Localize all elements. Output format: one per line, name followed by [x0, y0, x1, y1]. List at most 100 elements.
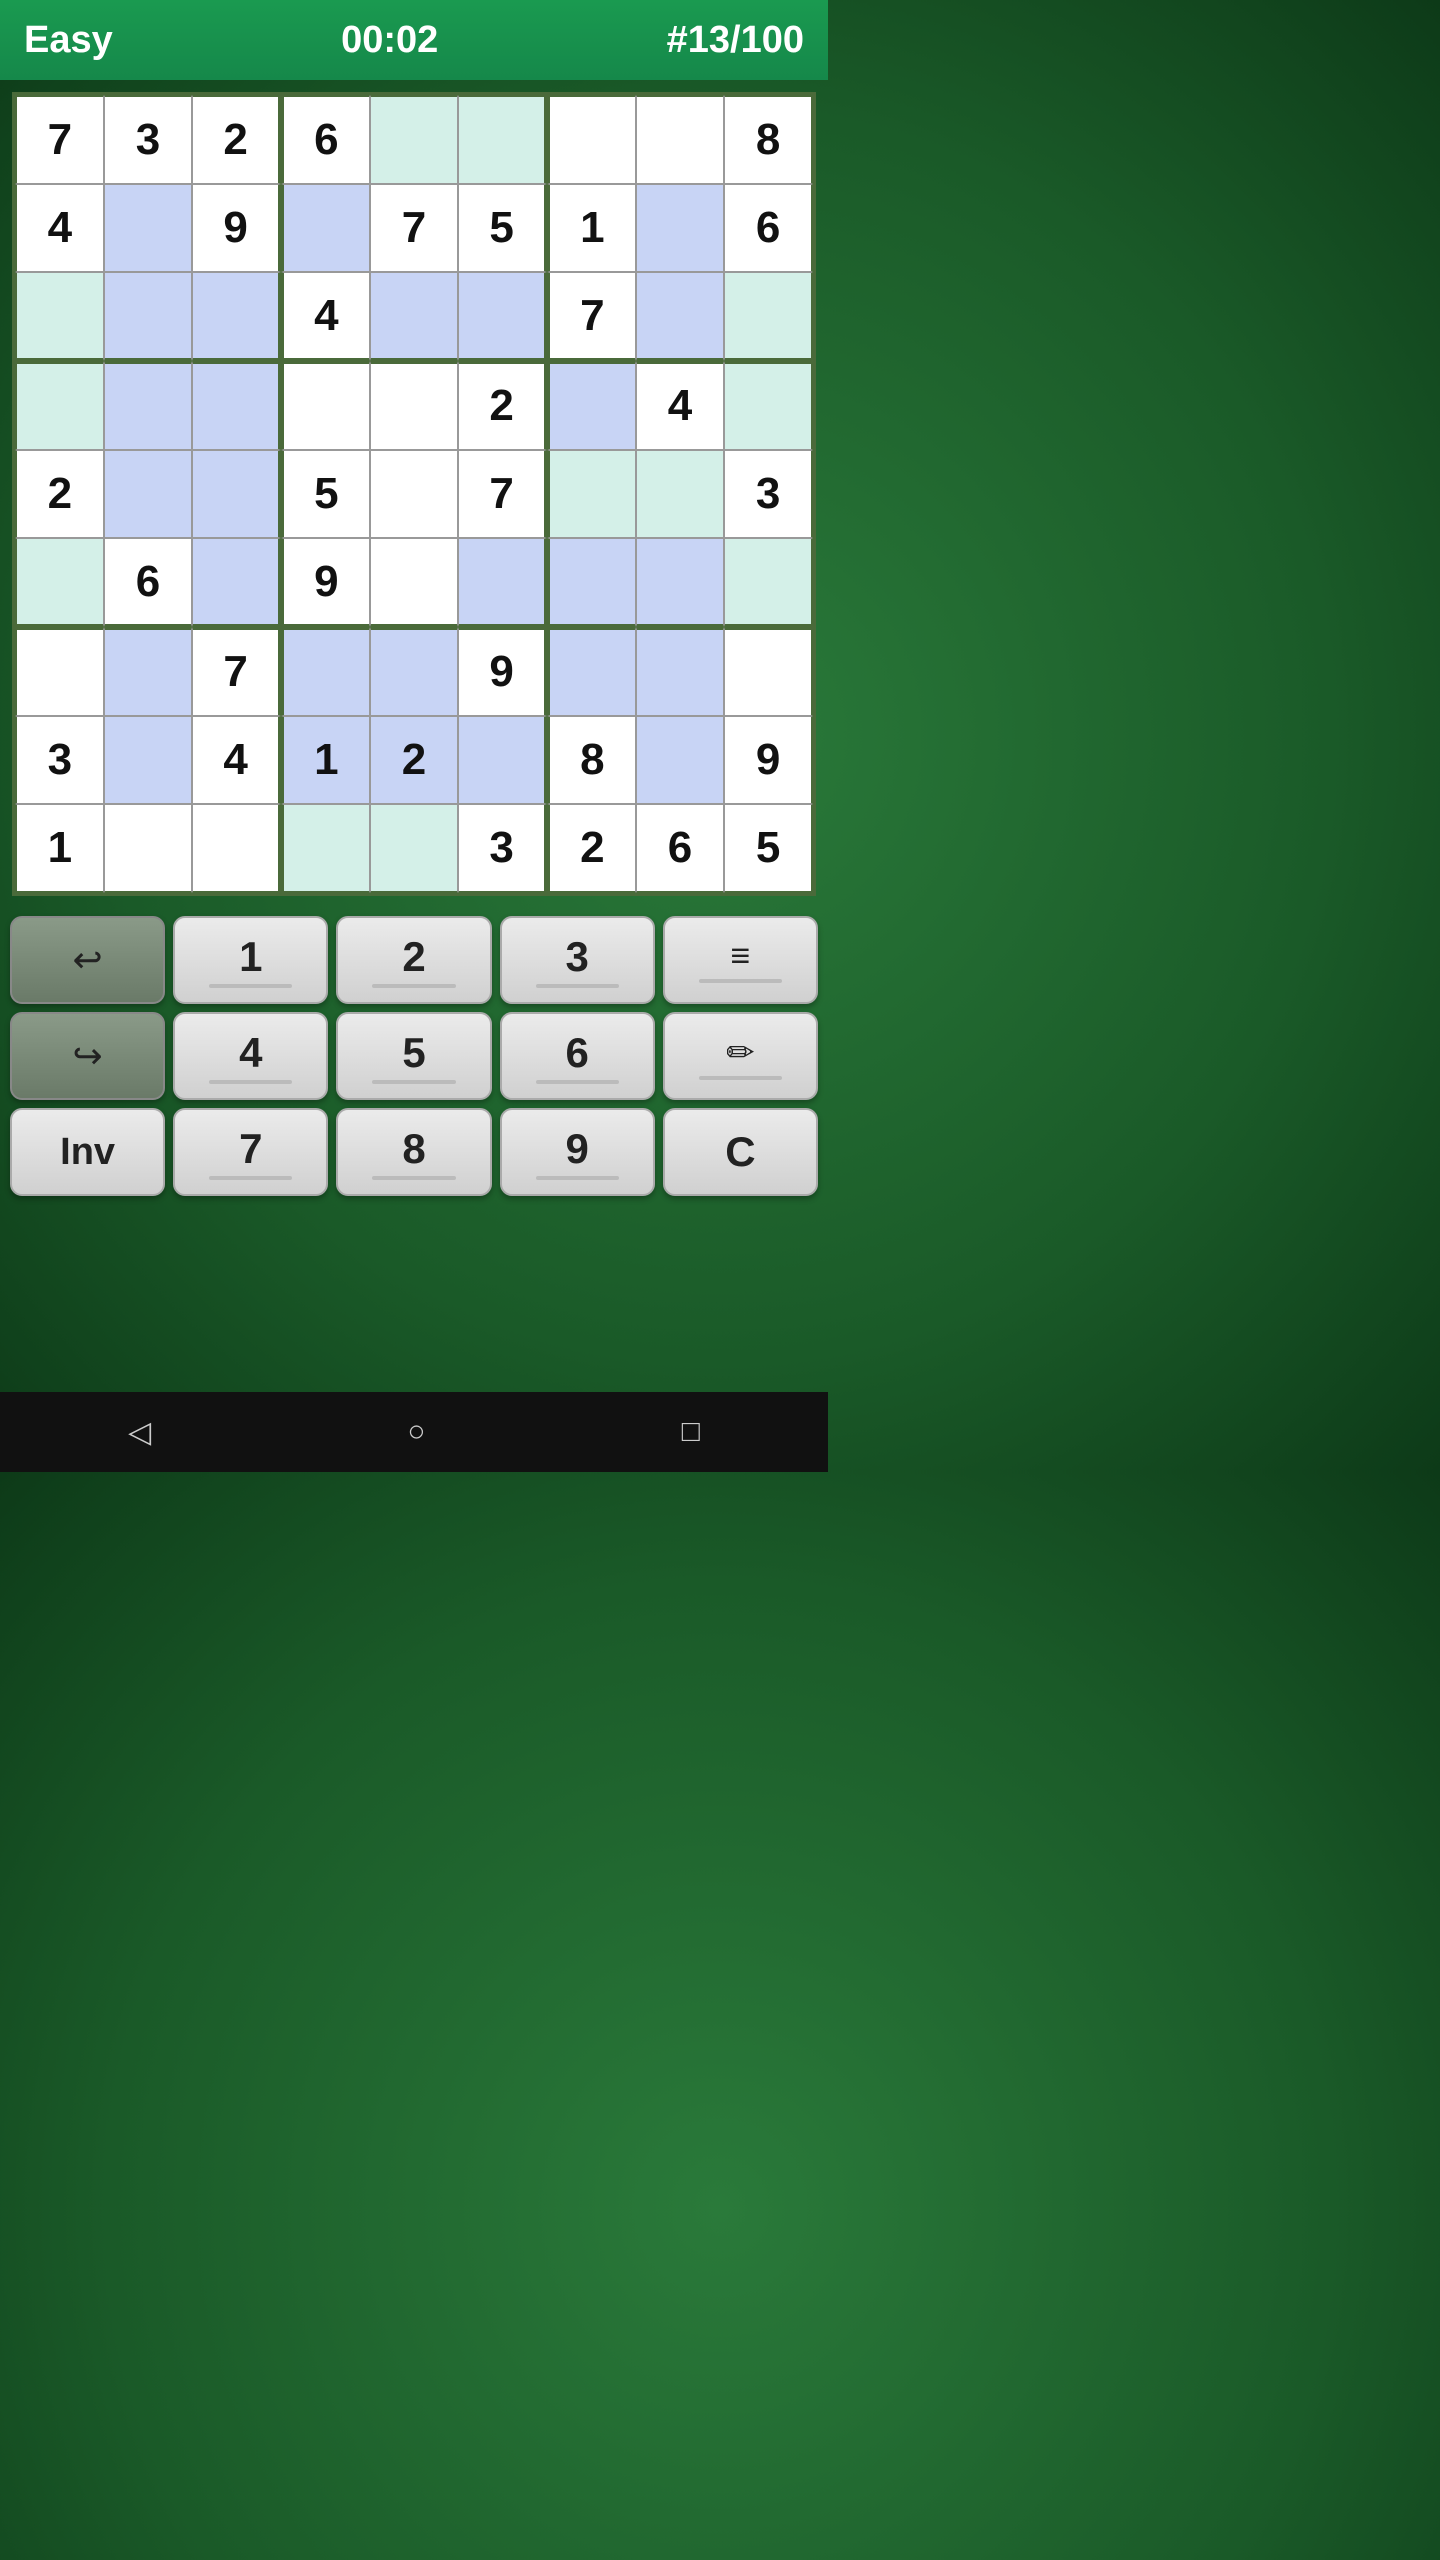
cell-r8-c1[interactable]: [104, 804, 193, 893]
cell-r4-c0[interactable]: 2: [15, 450, 104, 539]
cell-r4-c2[interactable]: [192, 450, 281, 539]
cell-r6-c2[interactable]: 7: [192, 627, 281, 716]
cell-r0-c4[interactable]: [370, 95, 459, 184]
cell-r0-c8[interactable]: 8: [724, 95, 813, 184]
cell-r0-c5[interactable]: [458, 95, 547, 184]
cell-r6-c0[interactable]: [15, 627, 104, 716]
cell-r3-c0[interactable]: [15, 361, 104, 450]
key-1[interactable]: 1: [173, 916, 328, 1004]
cell-r8-c6[interactable]: 2: [547, 804, 636, 893]
cell-r8-c4[interactable]: [370, 804, 459, 893]
cell-r0-c0[interactable]: 7: [15, 95, 104, 184]
pencil-button[interactable]: ✏: [663, 1012, 818, 1100]
cell-r4-c7[interactable]: [636, 450, 725, 539]
cell-r8-c7[interactable]: 6: [636, 804, 725, 893]
inv-button[interactable]: Inv: [10, 1108, 165, 1196]
cell-r2-c1[interactable]: [104, 272, 193, 361]
cell-r6-c7[interactable]: [636, 627, 725, 716]
cell-r1-c1[interactable]: [104, 184, 193, 273]
cell-r6-c6[interactable]: [547, 627, 636, 716]
cell-r7-c0[interactable]: 3: [15, 716, 104, 805]
cell-r2-c0[interactable]: [15, 272, 104, 361]
cell-r7-c7[interactable]: [636, 716, 725, 805]
cell-r4-c5[interactable]: 7: [458, 450, 547, 539]
cell-r5-c1[interactable]: 6: [104, 538, 193, 627]
key-9[interactable]: 9: [500, 1108, 655, 1196]
cell-r8-c0[interactable]: 1: [15, 804, 104, 893]
cell-r7-c1[interactable]: [104, 716, 193, 805]
cell-r5-c3[interactable]: 9: [281, 538, 370, 627]
cell-r1-c4[interactable]: 7: [370, 184, 459, 273]
cell-r3-c2[interactable]: [192, 361, 281, 450]
cell-r1-c8[interactable]: 6: [724, 184, 813, 273]
menu-button[interactable]: ≡: [663, 916, 818, 1004]
cell-r7-c2[interactable]: 4: [192, 716, 281, 805]
key-8[interactable]: 8: [336, 1108, 491, 1196]
cell-r8-c2[interactable]: [192, 804, 281, 893]
cell-r2-c8[interactable]: [724, 272, 813, 361]
cell-r8-c3[interactable]: [281, 804, 370, 893]
cell-r8-c8[interactable]: 5: [724, 804, 813, 893]
cell-r7-c3[interactable]: 1: [281, 716, 370, 805]
cell-r2-c2[interactable]: [192, 272, 281, 361]
cell-r2-c3[interactable]: 4: [281, 272, 370, 361]
cell-r1-c6[interactable]: 1: [547, 184, 636, 273]
cell-r1-c5[interactable]: 5: [458, 184, 547, 273]
cell-r0-c2[interactable]: 2: [192, 95, 281, 184]
cell-r7-c5[interactable]: [458, 716, 547, 805]
cell-r0-c3[interactable]: 6: [281, 95, 370, 184]
cell-r0-c6[interactable]: [547, 95, 636, 184]
cell-r6-c1[interactable]: [104, 627, 193, 716]
key-2[interactable]: 2: [336, 916, 491, 1004]
cell-r5-c6[interactable]: [547, 538, 636, 627]
cell-r6-c3[interactable]: [281, 627, 370, 716]
cell-r5-c5[interactable]: [458, 538, 547, 627]
cell-r7-c6[interactable]: 8: [547, 716, 636, 805]
key-5[interactable]: 5: [336, 1012, 491, 1100]
cell-r5-c7[interactable]: [636, 538, 725, 627]
cell-r2-c7[interactable]: [636, 272, 725, 361]
recent-button[interactable]: □: [682, 1415, 700, 1449]
cell-r6-c4[interactable]: [370, 627, 459, 716]
cell-r4-c3[interactable]: 5: [281, 450, 370, 539]
cell-r3-c7[interactable]: 4: [636, 361, 725, 450]
header: Easy 00:02 #13/100: [0, 0, 828, 80]
cell-r2-c6[interactable]: 7: [547, 272, 636, 361]
cell-r3-c1[interactable]: [104, 361, 193, 450]
cell-r5-c8[interactable]: [724, 538, 813, 627]
cell-r1-c2[interactable]: 9: [192, 184, 281, 273]
cell-r3-c4[interactable]: [370, 361, 459, 450]
cell-r1-c0[interactable]: 4: [15, 184, 104, 273]
key-4[interactable]: 4: [173, 1012, 328, 1100]
cell-r7-c4[interactable]: 2: [370, 716, 459, 805]
cell-r2-c5[interactable]: [458, 272, 547, 361]
cell-r6-c8[interactable]: [724, 627, 813, 716]
cell-r3-c5[interactable]: 2: [458, 361, 547, 450]
cell-r0-c1[interactable]: 3: [104, 95, 193, 184]
cell-r2-c4[interactable]: [370, 272, 459, 361]
clear-button[interactable]: C: [663, 1108, 818, 1196]
cell-r4-c4[interactable]: [370, 450, 459, 539]
cell-r3-c6[interactable]: [547, 361, 636, 450]
cell-r3-c3[interactable]: [281, 361, 370, 450]
cell-r4-c6[interactable]: [547, 450, 636, 539]
cell-r1-c7[interactable]: [636, 184, 725, 273]
key-3[interactable]: 3: [500, 916, 655, 1004]
cell-r3-c8[interactable]: [724, 361, 813, 450]
back-button[interactable]: ◁: [128, 1415, 151, 1450]
cell-r4-c1[interactable]: [104, 450, 193, 539]
key-7[interactable]: 7: [173, 1108, 328, 1196]
cell-r5-c2[interactable]: [192, 538, 281, 627]
cell-r5-c0[interactable]: [15, 538, 104, 627]
redo-button[interactable]: ↪: [10, 1012, 165, 1100]
cell-r5-c4[interactable]: [370, 538, 459, 627]
cell-r8-c5[interactable]: 3: [458, 804, 547, 893]
cell-r0-c7[interactable]: [636, 95, 725, 184]
home-button[interactable]: ○: [407, 1415, 425, 1449]
cell-r4-c8[interactable]: 3: [724, 450, 813, 539]
cell-r1-c3[interactable]: [281, 184, 370, 273]
cell-r7-c8[interactable]: 9: [724, 716, 813, 805]
key-6[interactable]: 6: [500, 1012, 655, 1100]
undo-button[interactable]: ↩: [10, 916, 165, 1004]
cell-r6-c5[interactable]: 9: [458, 627, 547, 716]
